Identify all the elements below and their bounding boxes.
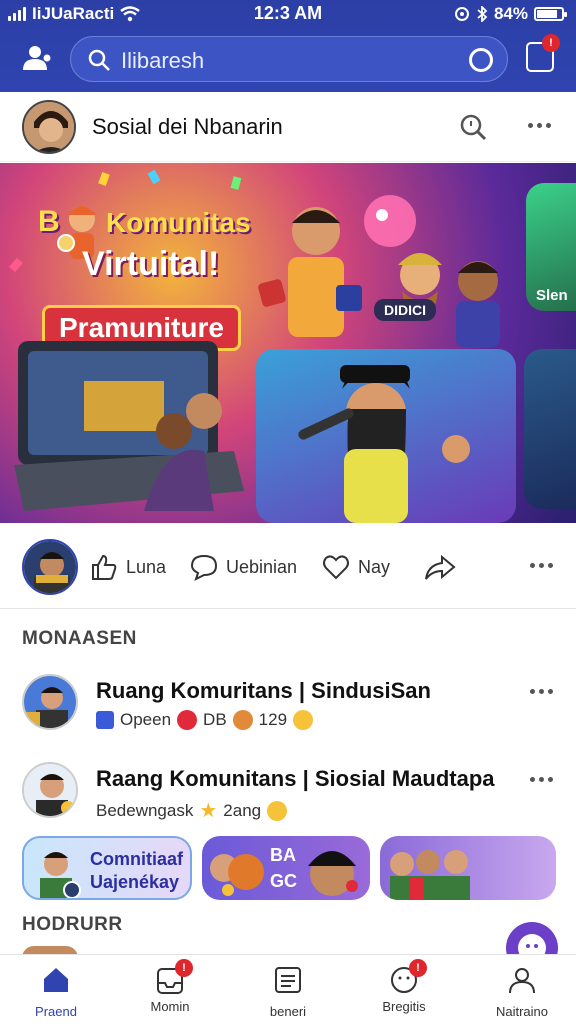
nav-documents[interactable]: beneri bbox=[238, 965, 338, 1019]
nav-badge: ! bbox=[175, 959, 193, 977]
nav-label: Bregitis bbox=[382, 999, 426, 1014]
gaming-laptop-illustration bbox=[14, 341, 244, 511]
document-icon bbox=[275, 967, 301, 993]
channel-name: Sosial dei Nbanarin bbox=[92, 114, 283, 139]
confetti-piece bbox=[230, 176, 242, 190]
meta-count: 2ang bbox=[223, 800, 262, 820]
banner-side-tag: Slen bbox=[536, 287, 568, 304]
nav-label: Praend bbox=[35, 1004, 77, 1019]
banner-side-panel: Slen bbox=[526, 183, 576, 311]
row-more-icon[interactable] bbox=[530, 777, 553, 782]
ball-emoji-icon bbox=[232, 710, 253, 730]
meta-text: Bedewngask bbox=[96, 800, 194, 820]
community-meta: Opeen DB 129 bbox=[96, 710, 314, 730]
react-label: Nay bbox=[358, 556, 391, 577]
bottom-navigation: Praend ! Momin beneri ! Bregitis Naitrai… bbox=[0, 954, 576, 1024]
community-meta: Bedewngask ★ 2ang bbox=[96, 798, 288, 823]
characters-illustration bbox=[258, 195, 500, 347]
battery-percent: 84% bbox=[493, 4, 528, 23]
battery-icon bbox=[534, 7, 567, 21]
nav-label: beneri bbox=[269, 1004, 307, 1019]
community-card[interactable]: BA GC bbox=[202, 836, 370, 900]
laugh-emoji-icon bbox=[267, 800, 288, 821]
search-icon bbox=[88, 49, 110, 71]
nav-label: Momin bbox=[150, 999, 190, 1014]
like-button[interactable]: Luna bbox=[90, 553, 166, 581]
react-button[interactable]: Nay bbox=[322, 553, 390, 581]
nav-profile[interactable]: Naitraino bbox=[472, 965, 572, 1019]
nav-inbox[interactable]: ! Momin bbox=[120, 959, 220, 1014]
meta-count: 129 bbox=[258, 710, 288, 729]
community-avatar[interactable] bbox=[22, 762, 78, 818]
search-input[interactable]: Ilibaresh bbox=[121, 48, 204, 74]
bluetooth-icon bbox=[477, 6, 488, 22]
share-icon bbox=[425, 554, 456, 580]
promo-banner[interactable]: B Komunitas Virtuital! Pramuniture DIDIC… bbox=[0, 163, 576, 523]
card-line2: GC bbox=[270, 871, 297, 891]
community-card[interactable] bbox=[380, 836, 556, 900]
nav-reactions[interactable]: ! Bregitis bbox=[354, 959, 454, 1014]
community-title[interactable]: Raang Komunitans | Siosial Maudtapa bbox=[96, 766, 495, 792]
nav-badge: ! bbox=[409, 959, 427, 977]
banner-title-line1: Komunitas bbox=[106, 207, 251, 238]
top-bar: IiJUaRacti 12:3 AM 84% Ilibaresh ! bbox=[0, 0, 576, 92]
channel-avatar[interactable] bbox=[22, 100, 76, 154]
comment-button[interactable]: Uebinian bbox=[190, 553, 297, 581]
nav-label: Naitraino bbox=[495, 1004, 549, 1019]
poster-avatar[interactable] bbox=[22, 539, 78, 595]
confetti-piece bbox=[147, 169, 161, 185]
voice-search-icon[interactable] bbox=[469, 48, 493, 72]
banner-title-line2: Virtuital! bbox=[82, 245, 220, 283]
confetti-piece bbox=[9, 257, 23, 273]
home-icon bbox=[44, 968, 68, 992]
card-avatar bbox=[40, 852, 81, 898]
thumbs-up-icon bbox=[92, 554, 117, 580]
comment-label: Uebinian bbox=[226, 556, 298, 577]
tag-icon bbox=[96, 711, 114, 729]
status-bar: IiJUaRacti 12:3 AM 84% bbox=[0, 0, 576, 28]
community-card[interactable]: Comnitiaaf Uajenékay bbox=[22, 836, 192, 900]
community-title[interactable]: Ruang Komuritans | SindusiSan bbox=[96, 678, 431, 704]
section-title: HODRURR bbox=[22, 914, 123, 935]
singer-panel bbox=[256, 349, 516, 523]
like-label: Luna bbox=[126, 556, 167, 577]
heart-emoji-icon bbox=[177, 710, 198, 730]
nav-home[interactable]: Praend bbox=[6, 965, 106, 1019]
search-bar[interactable]: Ilibaresh bbox=[70, 36, 508, 82]
card-line1: Comnitiaaf bbox=[90, 849, 184, 869]
channel-header: Sosial dei Nbanarin bbox=[0, 92, 576, 162]
community-avatar[interactable] bbox=[22, 674, 78, 730]
post-actions: Luna Uebinian Nay bbox=[0, 523, 576, 609]
comment-icon bbox=[190, 554, 218, 581]
notification-badge: ! bbox=[542, 34, 560, 52]
post-more-icon[interactable] bbox=[530, 563, 553, 568]
card-line2: Uajenékay bbox=[90, 872, 180, 892]
banner-tag: DIDICI bbox=[374, 299, 436, 321]
share-button[interactable] bbox=[424, 553, 456, 581]
channel-search-icon[interactable] bbox=[458, 112, 488, 142]
smile-emoji-icon bbox=[293, 710, 314, 730]
profile-group-icon[interactable] bbox=[20, 42, 54, 76]
more-options-icon[interactable] bbox=[528, 123, 551, 128]
banner-side-panel-2 bbox=[524, 349, 576, 509]
card-line1: BA bbox=[270, 845, 296, 865]
meta-text: Opeen bbox=[120, 710, 172, 729]
heart-icon bbox=[323, 555, 349, 580]
confetti-piece bbox=[98, 171, 110, 187]
location-icon bbox=[454, 7, 469, 21]
star-icon: ★ bbox=[199, 800, 218, 822]
section-title: MONAASEN bbox=[22, 628, 137, 649]
notifications-button[interactable]: ! bbox=[526, 34, 560, 72]
row-more-icon[interactable] bbox=[530, 689, 553, 694]
card-illustration bbox=[390, 850, 470, 900]
meta-count: DB bbox=[203, 710, 227, 729]
person-icon bbox=[509, 968, 535, 994]
